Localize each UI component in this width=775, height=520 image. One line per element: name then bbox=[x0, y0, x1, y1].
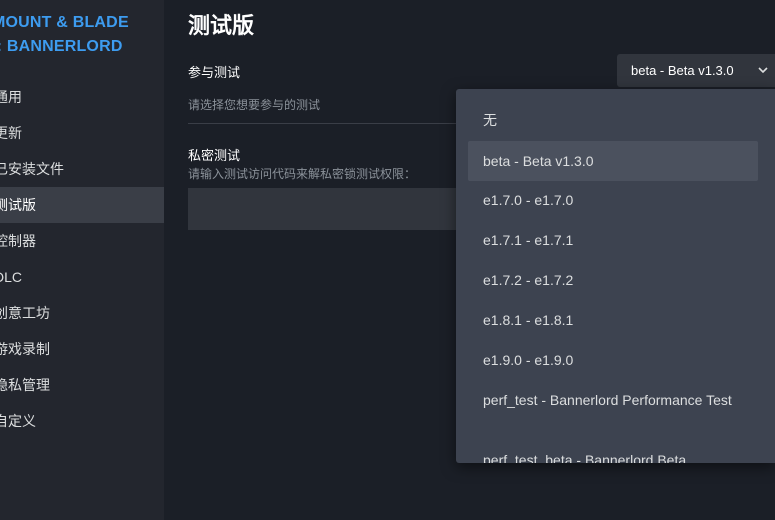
sidebar-item-label: 已安装文件 bbox=[0, 161, 64, 177]
dropdown-option-e1-7-0[interactable]: e1.7.0 - e1.7.0 bbox=[468, 190, 758, 210]
sidebar-item-label: 自定义 bbox=[0, 413, 36, 429]
chevron-down-icon bbox=[758, 67, 768, 74]
sidebar: MOUNT & BLADE I: BANNERLORD 通用 更新 已安装文件 … bbox=[0, 0, 164, 520]
dropdown-option-beta[interactable]: beta - Beta v1.3.0 bbox=[468, 141, 758, 181]
sidebar-item-customization[interactable]: 自定义 bbox=[0, 403, 164, 439]
sidebar-item-label: DLC bbox=[0, 269, 23, 285]
beta-dropdown-menu: 无 beta - Beta v1.3.0 e1.7.0 - e1.7.0 e1.… bbox=[456, 89, 775, 463]
sidebar-item-label: 通用 bbox=[0, 89, 22, 105]
dropdown-option-perf-test[interactable]: perf_test - Bannerlord Performance Test bbox=[468, 390, 758, 410]
sidebar-item-label: 游戏录制 bbox=[0, 341, 50, 357]
dropdown-option-none[interactable]: 无 bbox=[468, 110, 758, 132]
sidebar-item-label: 创意工坊 bbox=[0, 305, 50, 321]
sidebar-item-controller[interactable]: 控制器 bbox=[0, 223, 164, 259]
sidebar-item-label: 隐私管理 bbox=[0, 377, 50, 393]
sidebar-item-workshop[interactable]: 创意工坊 bbox=[0, 295, 164, 331]
dropdown-option-e1-7-2[interactable]: e1.7.2 - e1.7.2 bbox=[468, 270, 758, 290]
private-beta-label: 私密测试 bbox=[188, 148, 241, 163]
sidebar-item-betas[interactable]: 测试版 bbox=[0, 187, 164, 223]
sidebar-item-game-recording[interactable]: 游戏录制 bbox=[0, 331, 164, 367]
page-title: 测试版 bbox=[188, 13, 255, 38]
private-beta-hint: 请输入测试访问代码来解私密锁测试权限： bbox=[188, 167, 417, 181]
dropdown-option-e1-7-1[interactable]: e1.7.1 - e1.7.1 bbox=[468, 230, 758, 250]
sidebar-item-label: 更新 bbox=[0, 125, 22, 141]
section-divider bbox=[188, 123, 488, 124]
sidebar-item-updates[interactable]: 更新 bbox=[0, 115, 164, 151]
sidebar-item-installed-files[interactable]: 已安装文件 bbox=[0, 151, 164, 187]
beta-select-value: beta - Beta v1.3.0 bbox=[631, 63, 734, 78]
dropdown-option-e1-9-0[interactable]: e1.9.0 - e1.9.0 bbox=[468, 350, 758, 370]
sidebar-item-label: 控制器 bbox=[0, 233, 36, 249]
dropdown-option-perf-test-beta[interactable]: perf_test_beta - Bannerlord Beta bbox=[468, 450, 758, 463]
beta-participation-label: 参与测试 bbox=[188, 65, 241, 80]
beta-participation-hint: 请选择您想要参与的测试 bbox=[188, 98, 321, 112]
beta-select[interactable]: beta - Beta v1.3.0 bbox=[617, 54, 775, 87]
game-title-line1: MOUNT & BLADE bbox=[0, 14, 129, 31]
game-title: MOUNT & BLADE I: BANNERLORD bbox=[0, 11, 172, 59]
sidebar-item-privacy[interactable]: 隐私管理 bbox=[0, 367, 164, 403]
sidebar-item-dlc[interactable]: DLC bbox=[0, 259, 164, 295]
dropdown-option-e1-8-1[interactable]: e1.8.1 - e1.8.1 bbox=[468, 310, 758, 330]
sidebar-item-label: 测试版 bbox=[0, 197, 36, 213]
sidebar-nav: 通用 更新 已安装文件 测试版 控制器 DLC 创意工坊 游戏录制 隐私管理 自… bbox=[0, 79, 164, 439]
sidebar-item-general[interactable]: 通用 bbox=[0, 79, 164, 115]
game-title-line2: I: BANNERLORD bbox=[0, 38, 123, 55]
